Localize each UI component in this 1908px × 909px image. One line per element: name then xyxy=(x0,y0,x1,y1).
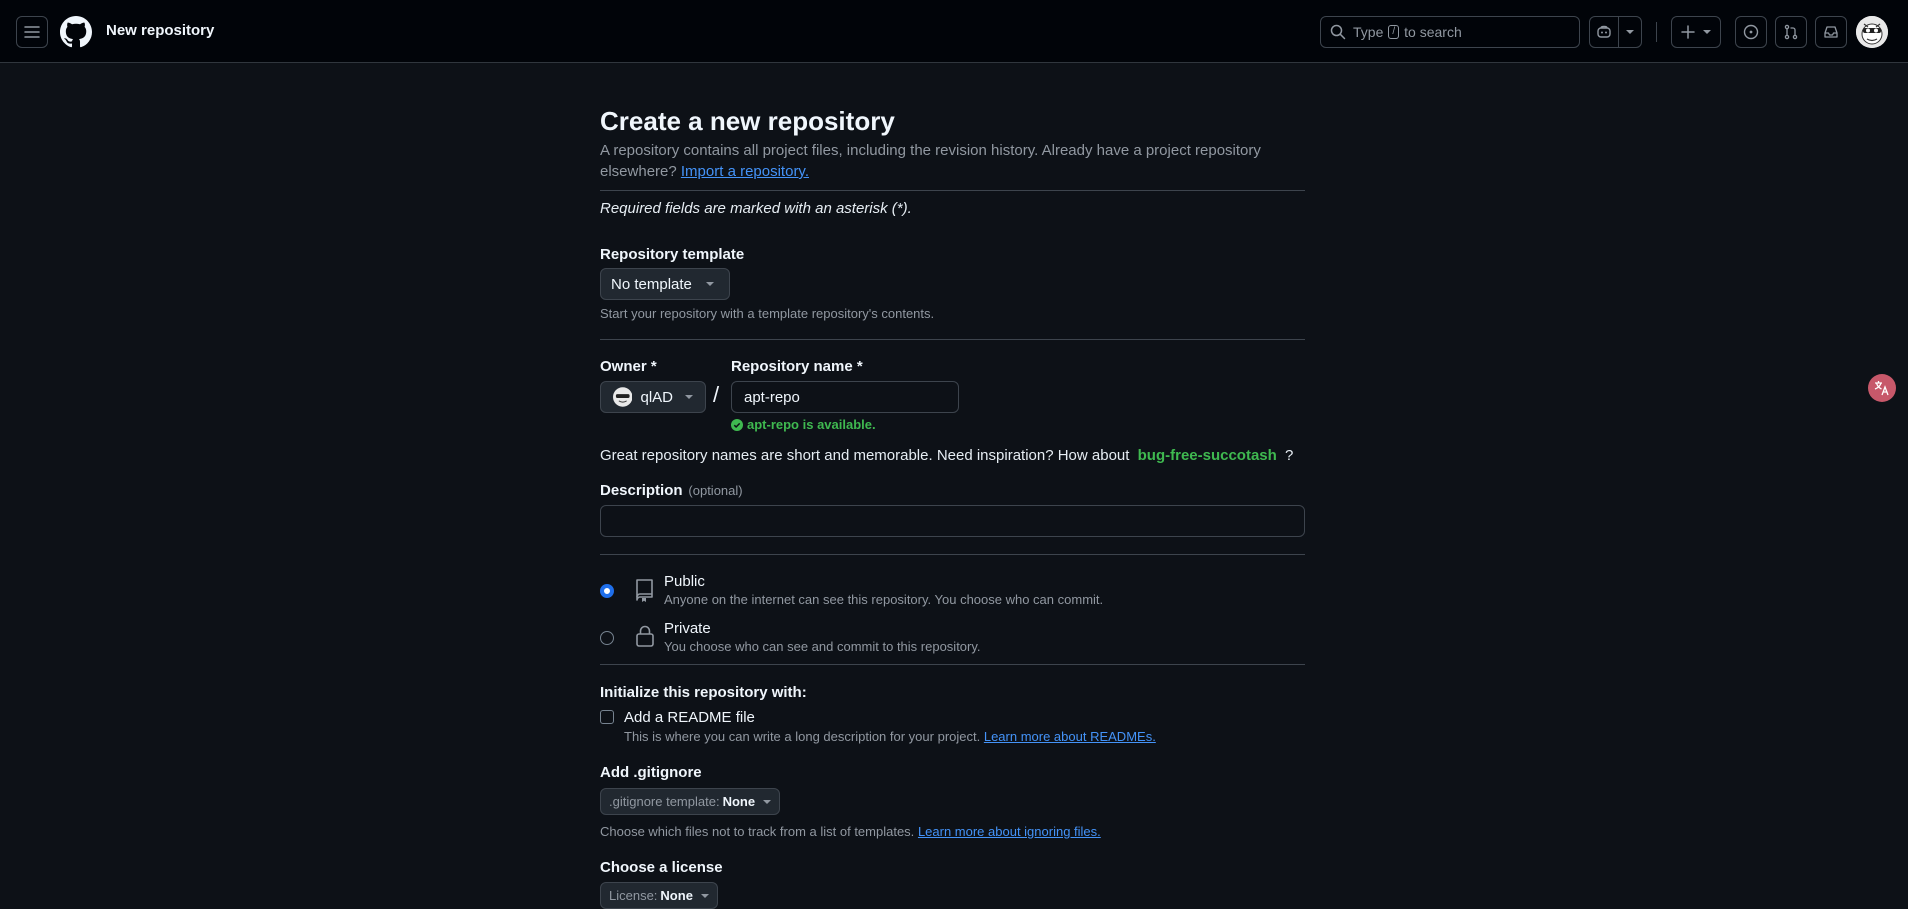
chevron-down-icon xyxy=(1626,30,1634,34)
readme-hint: This is where you can write a long descr… xyxy=(624,729,1156,744)
search-placeholder-suffix: to search xyxy=(1404,24,1462,40)
owner-value: qlAD xyxy=(640,388,673,406)
public-description: Anyone on the internet can see this repo… xyxy=(664,592,1104,607)
optional-tag: (optional) xyxy=(688,483,743,498)
initialize-heading: Initialize this repository with: xyxy=(600,684,807,701)
chevron-down-icon xyxy=(763,799,772,804)
template-select[interactable]: No template xyxy=(600,268,730,300)
availability-text: apt-repo is available. xyxy=(747,417,876,432)
copilot-dropdown-button[interactable] xyxy=(1618,16,1642,48)
gitignore-label: Add .gitignore xyxy=(600,764,702,781)
owner-avatar xyxy=(613,387,633,407)
divider xyxy=(600,554,1305,555)
license-select[interactable]: License: None xyxy=(600,882,718,909)
hamburger-icon xyxy=(24,26,40,38)
divider xyxy=(600,664,1305,665)
repo-name-label: Repository name * xyxy=(731,358,863,375)
github-logo-icon[interactable] xyxy=(60,16,92,48)
private-title[interactable]: Private xyxy=(664,620,711,637)
avatar-image-icon xyxy=(1856,16,1888,48)
learn-more-ignoring-link[interactable]: Learn more about ignoring files. xyxy=(918,824,1101,839)
check-circle-icon xyxy=(731,418,743,431)
template-label: Repository template xyxy=(600,246,745,263)
search-icon xyxy=(1330,24,1346,40)
public-title[interactable]: Public xyxy=(664,573,705,590)
inbox-button[interactable] xyxy=(1815,16,1847,48)
gitignore-select[interactable]: .gitignore template: None xyxy=(600,788,781,815)
pull-requests-button[interactable] xyxy=(1775,16,1807,48)
description-label: Description (optional) xyxy=(600,482,743,499)
private-description: You choose who can see and commit to thi… xyxy=(664,639,981,654)
chevron-down-icon xyxy=(685,395,693,399)
search-placeholder-prefix: Type xyxy=(1353,24,1384,40)
chevron-down-icon xyxy=(700,893,709,898)
template-hint: Start your repository with a template re… xyxy=(600,306,935,321)
divider xyxy=(600,339,1305,340)
license-label: Choose a license xyxy=(600,859,723,876)
license-value: None xyxy=(660,888,693,903)
owner-select[interactable]: qlAD xyxy=(600,381,706,413)
page-subtitle: A repository contains all project files,… xyxy=(600,140,1305,182)
required-fields-note: Required fields are marked with an aster… xyxy=(600,200,912,217)
lock-icon xyxy=(636,625,654,647)
license-prefix: License: xyxy=(609,888,658,903)
context-title[interactable]: New repository xyxy=(106,22,214,39)
template-value: No template xyxy=(611,275,692,293)
learn-more-readmes-link[interactable]: Learn more about READMEs. xyxy=(984,729,1156,744)
public-radio[interactable] xyxy=(600,584,614,598)
repo-icon xyxy=(636,579,653,602)
readme-label[interactable]: Add a README file xyxy=(624,709,755,726)
description-input[interactable] xyxy=(600,505,1305,537)
availability-message: apt-repo is available. xyxy=(731,417,876,432)
readme-checkbox[interactable] xyxy=(600,710,614,724)
menu-button[interactable] xyxy=(16,16,48,48)
name-inspiration: Great repository names are short and mem… xyxy=(600,447,1293,464)
issues-button[interactable] xyxy=(1735,16,1767,48)
search-bar[interactable]: Type / to search xyxy=(1320,16,1580,48)
chevron-down-icon xyxy=(1703,30,1711,34)
gitignore-prefix: .gitignore template: xyxy=(609,794,720,809)
page-title: Create a new repository xyxy=(600,106,895,136)
global-header: New repository Type / to search xyxy=(0,0,1908,63)
inbox-icon xyxy=(1824,26,1838,38)
gitignore-hint: Choose which files not to track from a l… xyxy=(600,824,1101,839)
create-new-button[interactable] xyxy=(1671,16,1721,48)
copilot-icon xyxy=(1597,25,1611,38)
readme-hint-text: This is where you can write a long descr… xyxy=(624,729,981,744)
description-label-text: Description xyxy=(600,482,683,499)
owner-repo-separator: / xyxy=(713,382,720,407)
user-avatar[interactable] xyxy=(1856,16,1888,48)
private-radio[interactable] xyxy=(600,631,614,645)
plus-icon xyxy=(1681,25,1695,39)
pull-request-icon xyxy=(1784,24,1798,40)
repo-name-input[interactable] xyxy=(731,381,959,413)
chevron-down-icon xyxy=(705,282,714,286)
translate-extension-button[interactable] xyxy=(1868,374,1896,402)
copilot-button[interactable] xyxy=(1589,16,1619,48)
divider xyxy=(600,190,1305,191)
search-shortcut-key: / xyxy=(1388,25,1400,39)
header-divider xyxy=(1656,22,1657,42)
inspiration-suffix: ? xyxy=(1285,447,1294,464)
issue-icon xyxy=(1743,24,1759,40)
translate-icon xyxy=(1874,381,1889,396)
gitignore-hint-text: Choose which files not to track from a l… xyxy=(600,824,915,839)
import-repository-link[interactable]: Import a repository. xyxy=(681,163,809,180)
suggested-name[interactable]: bug-free-succotash xyxy=(1138,447,1277,464)
inspiration-text: Great repository names are short and mem… xyxy=(600,447,1130,464)
owner-label: Owner * xyxy=(600,358,657,375)
gitignore-value: None xyxy=(722,794,756,809)
